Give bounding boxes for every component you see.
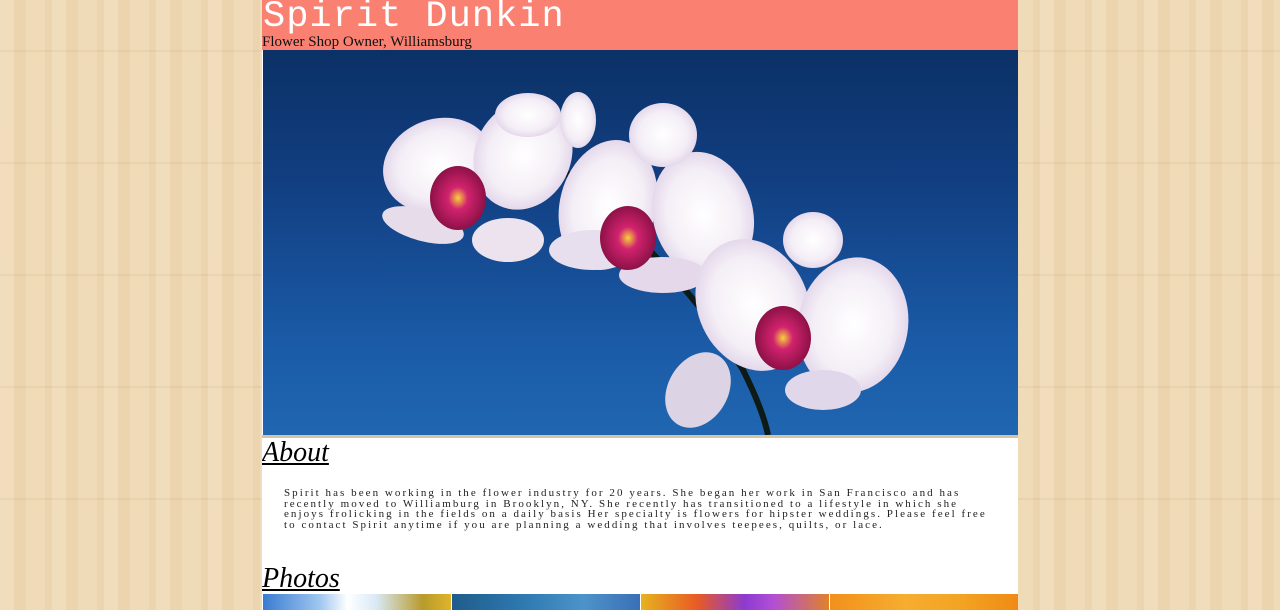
blue-water-photo[interactable] <box>452 594 640 610</box>
about-text: Spirit has been working in the flower in… <box>284 487 987 531</box>
sunflower-sky-photo[interactable] <box>263 594 451 610</box>
about-heading: About <box>262 437 329 468</box>
page-container: Spirit Dunkin Flower Shop Owner, William… <box>262 0 1018 610</box>
photos-heading: Photos <box>262 563 340 594</box>
orange-sunset-photo[interactable] <box>830 594 1018 610</box>
photo-gallery <box>263 594 1018 610</box>
hero-divider <box>262 435 1018 438</box>
colorful-flowers-photo[interactable] <box>641 594 829 610</box>
hero-orchid-image <box>263 50 1018 435</box>
header: Spirit Dunkin Flower Shop Owner, William… <box>262 0 1018 50</box>
site-subtitle: Flower Shop Owner, Williamsburg <box>262 34 472 50</box>
